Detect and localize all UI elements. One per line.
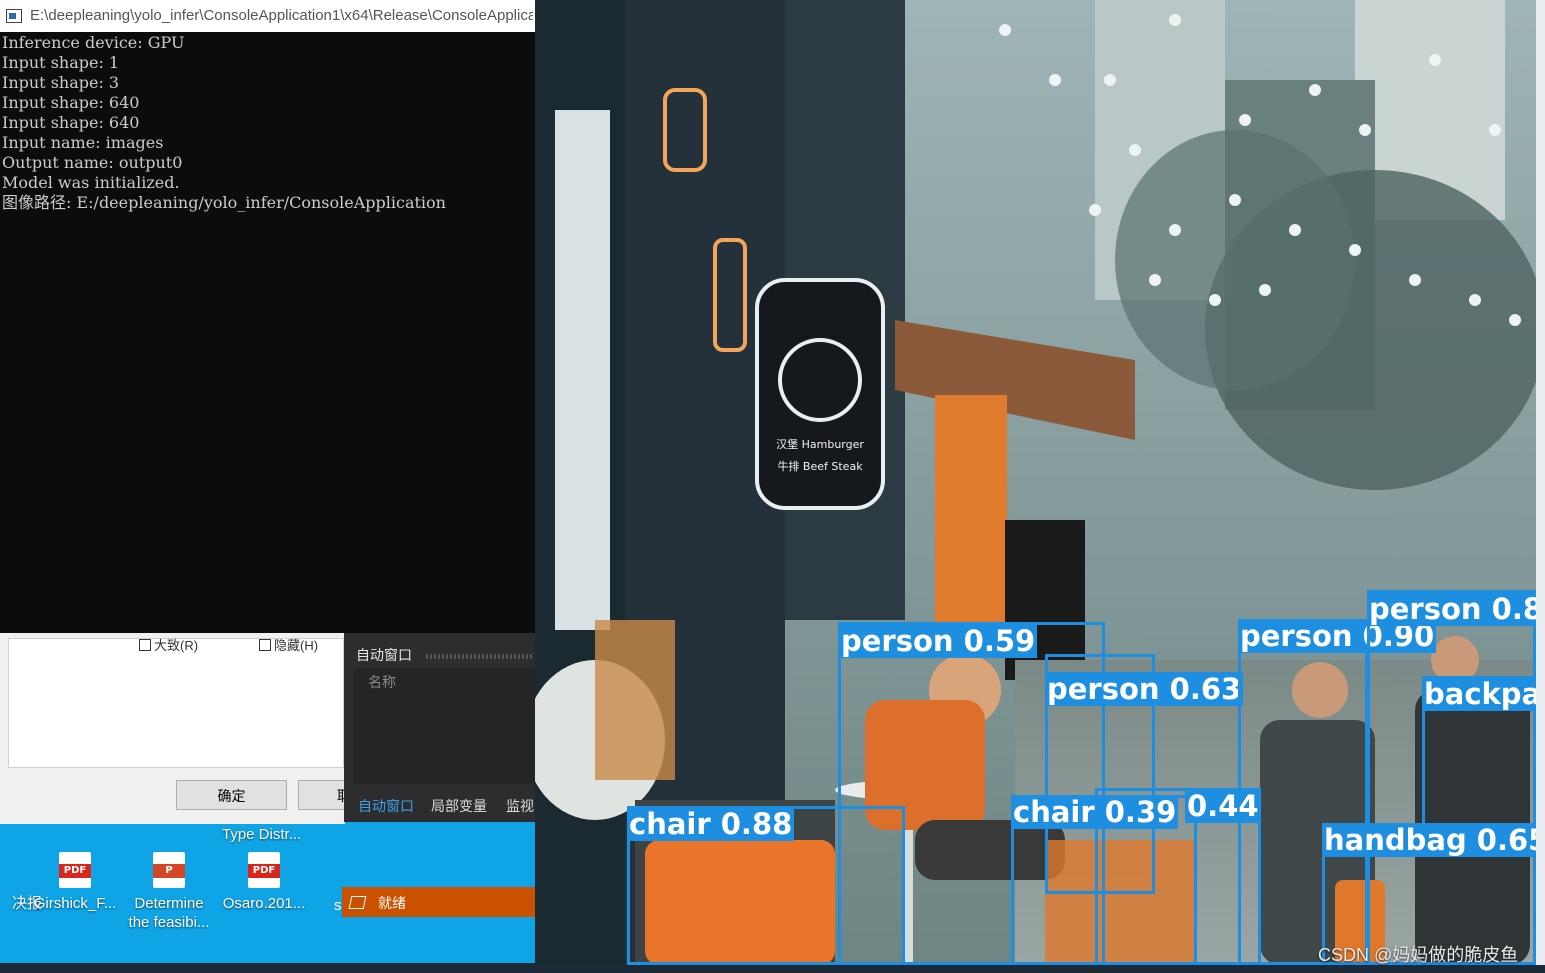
ppt-icon: P [153, 852, 185, 888]
cancel-button[interactable]: 取 [298, 780, 351, 810]
panel-grip[interactable] [426, 654, 534, 659]
detection-label: handbag 0.65 [1322, 823, 1536, 857]
pdf-icon: PDF [248, 852, 280, 888]
tab-watch[interactable]: 监视 [506, 796, 534, 816]
console-line: Inference device: GPU [2, 33, 185, 52]
console-line: 图像路径: E:/deepleaning/yolo_infer/ConsoleA… [2, 193, 446, 212]
desktop-icon-label: the feasibi... [128, 914, 210, 931]
detection-label: chair 0.88 [627, 807, 795, 841]
detection-image-window[interactable]: 汉堡 Hamburger 牛排 Beef Steak person 0.59 p… [535, 0, 1536, 965]
console-title: E:\deepleaning\yolo_infer\ConsoleApplica… [30, 7, 533, 24]
desktop-icon-determine[interactable]: P Determine the feasibi... [126, 852, 212, 932]
sign-text-hamburger: 汉堡 Hamburger [776, 437, 864, 451]
dialog-window: 大致(R) 隐藏(H) 确定 取 [0, 628, 351, 824]
console-line: Input shape: 3 [2, 73, 120, 92]
watermark: CSDN @妈妈做的脆皮鱼 [1318, 945, 1519, 965]
detection-label: 0.44 [1185, 789, 1261, 823]
detection-label: person 0.59 [839, 624, 1038, 658]
desktop-icon-girshick[interactable]: PDF Girshick_F... [32, 852, 118, 913]
tab-autos[interactable]: 自动窗口 [358, 796, 414, 816]
console-titlebar[interactable]: E:\deepleaning\yolo_infer\ConsoleApplica… [0, 0, 535, 32]
status-bar: 就绪 [342, 887, 535, 917]
desktop-icon-label: Girshick_F... [33, 895, 117, 912]
desktop-icon-label: Determine [134, 895, 204, 912]
console-app-icon [6, 9, 22, 23]
desktop-partial-label: s [334, 897, 342, 914]
desktop-icon-label: Osaro.201... [222, 895, 306, 912]
ok-button[interactable]: 确定 [176, 780, 287, 810]
console-line: Input shape: 640 [2, 113, 140, 132]
autos-window-title: 自动窗口 [356, 647, 412, 663]
checkbox-right[interactable]: 隐藏(H) [259, 635, 318, 654]
console-line: Input name: images [2, 133, 164, 152]
checkbox-left[interactable]: 大致(R) [139, 635, 198, 654]
console-window[interactable]: E:\deepleaning\yolo_infer\ConsoleApplica… [0, 0, 535, 633]
window-edge [1536, 0, 1545, 965]
pdf-icon: PDF [59, 852, 91, 888]
autos-window: 自动窗口 名称 自动窗口 局部变量 监视 [344, 632, 535, 822]
console-output: Inference device: GPU Input shape: 1 Inp… [2, 33, 535, 213]
desktop-item-type-distr[interactable]: Type Distr... [222, 826, 301, 843]
detection-label: person 0.63 [1045, 672, 1244, 706]
console-line: Output name: output0 [2, 153, 183, 172]
console-line: Input shape: 640 [2, 93, 140, 112]
status-text: 就绪 [378, 895, 406, 911]
status-icon [348, 896, 367, 909]
detection-label: backpa [1422, 677, 1536, 711]
console-line: Model was initialized. [2, 173, 180, 192]
desktop-icon-osaro[interactable]: PDF Osaro.201... [221, 852, 307, 913]
autos-grid: 名称 [354, 668, 535, 784]
tab-locals[interactable]: 局部变量 [431, 796, 487, 816]
debug-tabs: 自动窗口 局部变量 监视 [344, 786, 535, 822]
dialog-content-pane: 大致(R) 隐藏(H) [8, 638, 344, 768]
console-line: Input shape: 1 [2, 53, 120, 72]
detection-label: person 0.8 [1367, 592, 1536, 626]
column-header-name[interactable]: 名称 [368, 672, 396, 692]
sign-text-steak: 牛排 Beef Steak [777, 459, 863, 473]
